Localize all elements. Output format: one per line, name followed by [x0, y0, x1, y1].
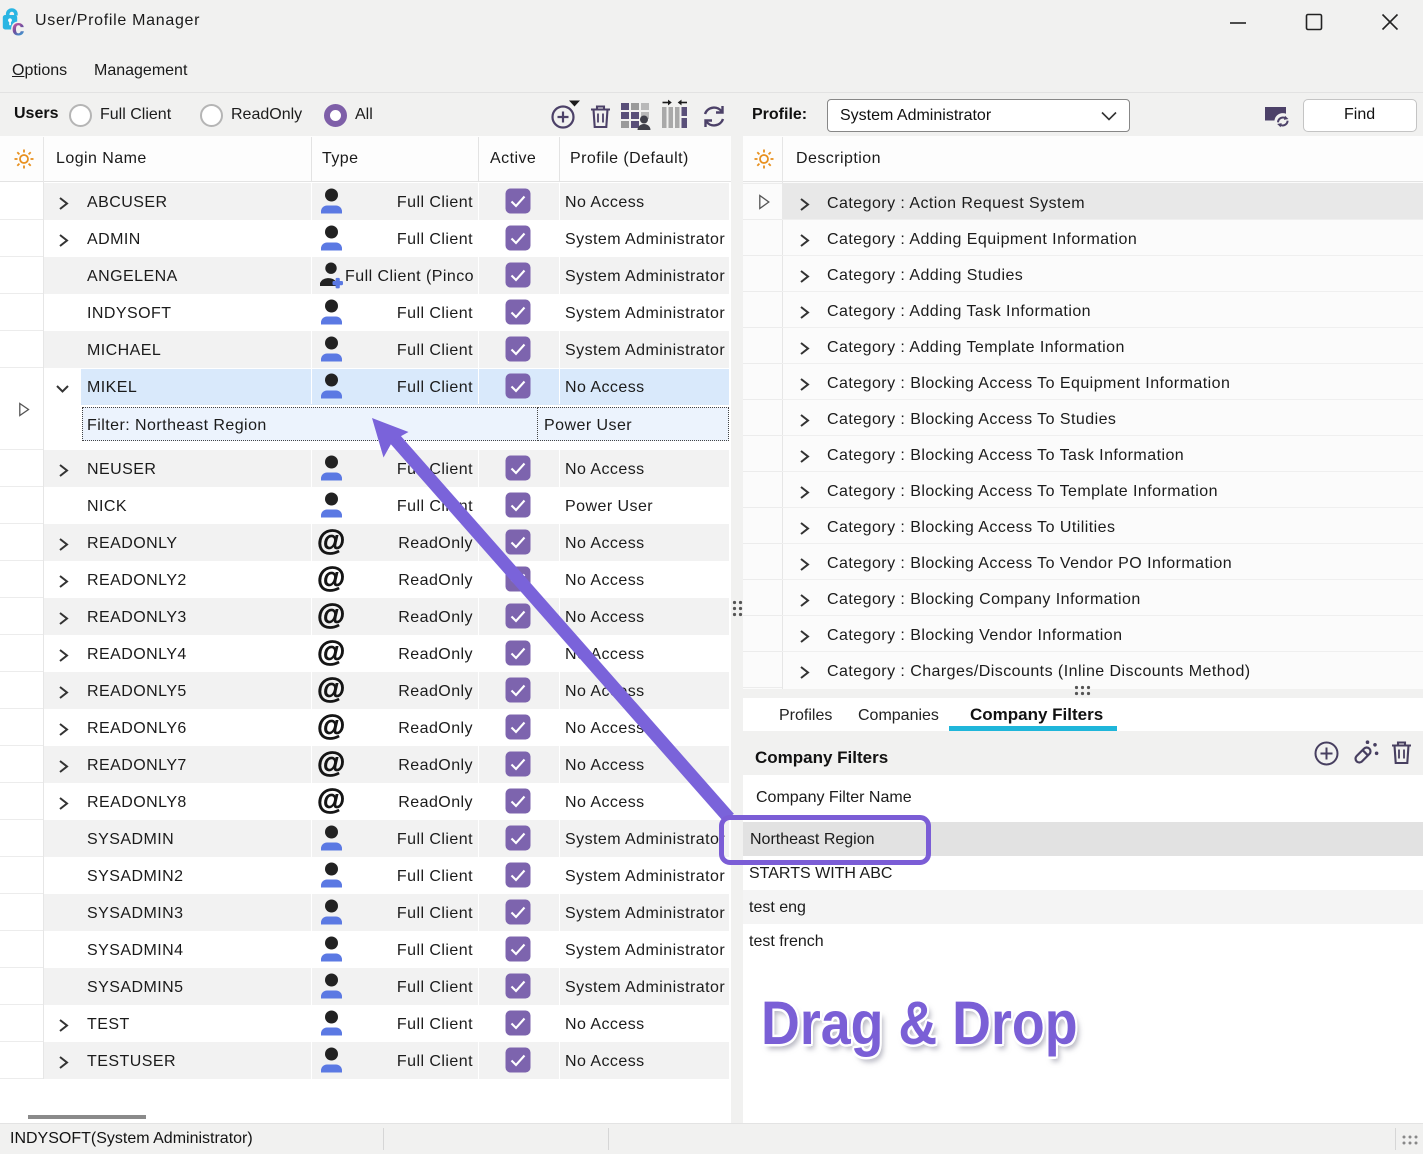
svg-text:c: c: [12, 14, 25, 36]
